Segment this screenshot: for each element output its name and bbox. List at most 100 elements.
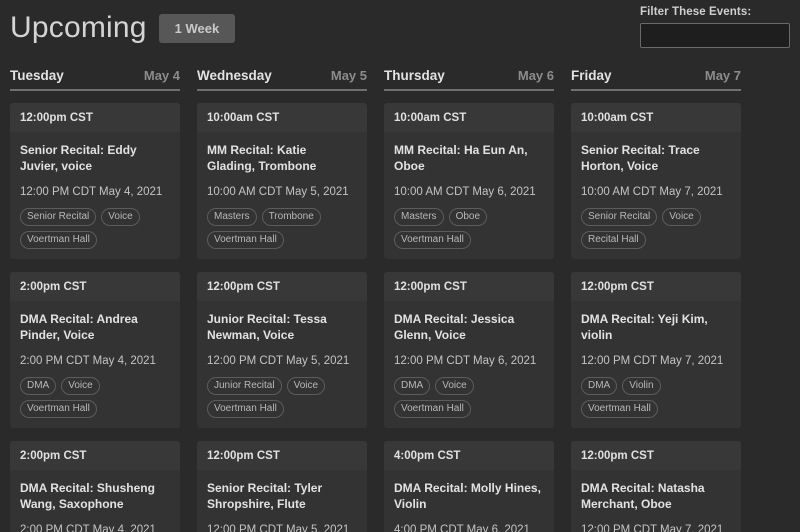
day-date: May 7 [704, 68, 741, 83]
event-time: 12:00pm CST [197, 272, 367, 301]
day-name: Friday [571, 68, 612, 83]
event-tag[interactable]: Voice [286, 377, 326, 395]
event-title[interactable]: DMA Recital: Natasha Merchant, Oboe [581, 480, 731, 512]
day-column: Tuesday May 4 12:00pm CST Senior Recital: E… [10, 68, 180, 532]
event-time: 2:00pm CST [10, 272, 180, 301]
event-tag-list: DMA Voice Voertman Hall [20, 377, 170, 418]
page-header: Upcoming 1 Week Filter These Events: [0, 0, 800, 68]
event-datetime: 12:00 PM CDT May 7, 2021 [581, 524, 724, 532]
event-title[interactable]: DMA Recital: Shusheng Wang, Saxophone [20, 480, 170, 512]
event-datetime: 12:00 PM CDT May 5, 2021 [207, 524, 350, 532]
event-card-body: Senior Recital: Tyler Shropshire, Flute 1… [197, 470, 367, 532]
event-tag[interactable]: Voertman Hall [20, 400, 97, 418]
event-card[interactable]: 12:00pm CST DMA Recital: Yeji Kim, violin… [571, 272, 741, 428]
event-card[interactable]: 2:00pm CST DMA Recital: Shusheng Wang, Sa… [10, 441, 180, 532]
event-card[interactable]: 12:00pm CST DMA Recital: Natasha Merchant… [571, 441, 741, 532]
event-title[interactable]: DMA Recital: Jessica Glenn, Voice [394, 311, 544, 343]
event-tag-list: Junior Recital Voice Voertman Hall [207, 377, 357, 418]
event-title[interactable]: Junior Recital: Tessa Newman, Voice [207, 311, 357, 343]
event-datetime: 10:00 AM CDT May 5, 2021 [207, 186, 349, 198]
event-title[interactable]: DMA Recital: Andrea Pinder, Voice [20, 311, 170, 343]
event-title[interactable]: MM Recital: Katie Glading, Trombone [207, 142, 357, 174]
event-card[interactable]: 10:00am CST MM Recital: Ha Eun An, Oboe 10… [384, 103, 554, 259]
event-title[interactable]: Senior Recital: Eddy Juvier, voice [20, 142, 170, 174]
event-tag-list: Masters Trombone Voertman Hall [207, 208, 357, 249]
event-tag[interactable]: Senior Recital [20, 208, 97, 226]
day-column: Thursday May 6 10:00am CST MM Recital: Ha E… [384, 68, 554, 532]
day-column-header: Friday May 7 [571, 68, 741, 91]
event-tag[interactable]: Voertman Hall [394, 231, 471, 249]
range-selector-button[interactable]: 1 Week [158, 13, 236, 43]
day-name: Thursday [384, 68, 445, 83]
event-title[interactable]: DMA Recital: Molly Hines, Violin [394, 480, 544, 512]
event-title[interactable]: Senior Recital: Tyler Shropshire, Flute [207, 480, 357, 512]
event-tag-list: Senior Recital Voice Voertman Hall [20, 208, 170, 249]
event-tag[interactable]: Trombone [261, 208, 321, 226]
event-time: 4:00pm CST [384, 441, 554, 470]
day-date: May 5 [330, 68, 367, 83]
event-title[interactable]: Senior Recital: Trace Horton, Voice [581, 142, 731, 174]
event-time: 12:00pm CST [571, 441, 741, 470]
day-date: May 4 [143, 68, 180, 83]
event-tag[interactable]: Masters [207, 208, 257, 226]
event-card-body: Senior Recital: Eddy Juvier, voice 12:00 … [10, 132, 180, 259]
event-tag-list: DMA Violin Voertman Hall [581, 377, 731, 418]
event-card[interactable]: 12:00pm CST Senior Recital: Eddy Juvier, … [10, 103, 180, 259]
event-card-body: Senior Recital: Trace Horton, Voice 10:00… [571, 132, 741, 259]
event-datetime: 12:00 PM CDT May 5, 2021 [207, 355, 350, 367]
event-card[interactable]: 12:00pm CST Senior Recital: Tyler Shropsh… [197, 441, 367, 532]
event-tag[interactable]: Voice [61, 377, 100, 395]
event-time: 10:00am CST [571, 103, 741, 132]
upcoming-events-page: Upcoming 1 Week Filter These Events: Tue… [0, 0, 800, 532]
event-card-body: DMA Recital: Andrea Pinder, Voice 2:00 PM… [10, 301, 180, 428]
event-time: 2:00pm CST [10, 441, 180, 470]
day-column-header: Wednesday May 5 [197, 68, 367, 91]
event-tag[interactable]: Senior Recital [581, 208, 658, 226]
event-tag[interactable]: Violin [622, 377, 661, 395]
event-tag[interactable]: Junior Recital [207, 377, 282, 395]
event-tag[interactable]: Oboe [448, 208, 488, 226]
event-tag[interactable]: Voertman Hall [207, 400, 284, 418]
event-tag[interactable]: DMA [581, 377, 618, 395]
event-tag-list: DMA Voice Voertman Hall [394, 377, 544, 418]
event-card[interactable]: 12:00pm CST Junior Recital: Tessa Newman,… [197, 272, 367, 428]
event-tag[interactable]: Voertman Hall [207, 231, 284, 249]
event-card[interactable]: 2:00pm CST DMA Recital: Andrea Pinder, Vo… [10, 272, 180, 428]
event-time: 12:00pm CST [197, 441, 367, 470]
day-name: Tuesday [10, 68, 64, 83]
event-card-body: DMA Recital: Molly Hines, Violin 4:00 PM … [384, 470, 554, 532]
event-datetime: 12:00 PM CDT May 7, 2021 [581, 355, 724, 367]
event-time: 12:00pm CST [10, 103, 180, 132]
event-tag[interactable]: DMA [20, 377, 57, 395]
event-card-body: DMA Recital: Jessica Glenn, Voice 12:00 P… [384, 301, 554, 428]
event-datetime: 10:00 AM CDT May 7, 2021 [581, 186, 723, 198]
event-card[interactable]: 10:00am CST MM Recital: Katie Glading, Tr… [197, 103, 367, 259]
title-group: Upcoming 1 Week [10, 10, 236, 46]
event-tag[interactable]: Voice [435, 377, 474, 395]
day-columns: Tuesday May 4 12:00pm CST Senior Recital: E… [0, 68, 800, 532]
event-tag[interactable]: Voice [662, 208, 701, 226]
event-tag-list: Senior Recital Voice Recital Hall [581, 208, 731, 249]
event-tag[interactable]: DMA [394, 377, 431, 395]
event-title[interactable]: DMA Recital: Yeji Kim, violin [581, 311, 731, 343]
event-datetime: 4:00 PM CDT May 6, 2021 [394, 524, 530, 532]
event-tag[interactable]: Recital Hall [581, 231, 646, 249]
day-name: Wednesday [197, 68, 272, 83]
event-time: 12:00pm CST [384, 272, 554, 301]
event-time: 10:00am CST [197, 103, 367, 132]
event-tag[interactable]: Voertman Hall [394, 400, 471, 418]
event-card-body: Junior Recital: Tessa Newman, Voice 12:00… [197, 301, 367, 428]
event-tag[interactable]: Voertman Hall [20, 231, 97, 249]
event-time: 10:00am CST [384, 103, 554, 132]
event-title[interactable]: MM Recital: Ha Eun An, Oboe [394, 142, 544, 174]
event-card[interactable]: 10:00am CST Senior Recital: Trace Horton,… [571, 103, 741, 259]
filter-input[interactable] [640, 23, 790, 48]
event-card-body: MM Recital: Ha Eun An, Oboe 10:00 AM CDT … [384, 132, 554, 259]
event-card[interactable]: 12:00pm CST DMA Recital: Jessica Glenn, V… [384, 272, 554, 428]
event-tag[interactable]: Voice [101, 208, 140, 226]
event-card[interactable]: 4:00pm CST DMA Recital: Molly Hines, Viol… [384, 441, 554, 532]
day-date: May 6 [517, 68, 554, 83]
event-tag[interactable]: Masters [394, 208, 444, 226]
event-card-body: DMA Recital: Shusheng Wang, Saxophone 2:0… [10, 470, 180, 532]
event-tag[interactable]: Voertman Hall [581, 400, 658, 418]
